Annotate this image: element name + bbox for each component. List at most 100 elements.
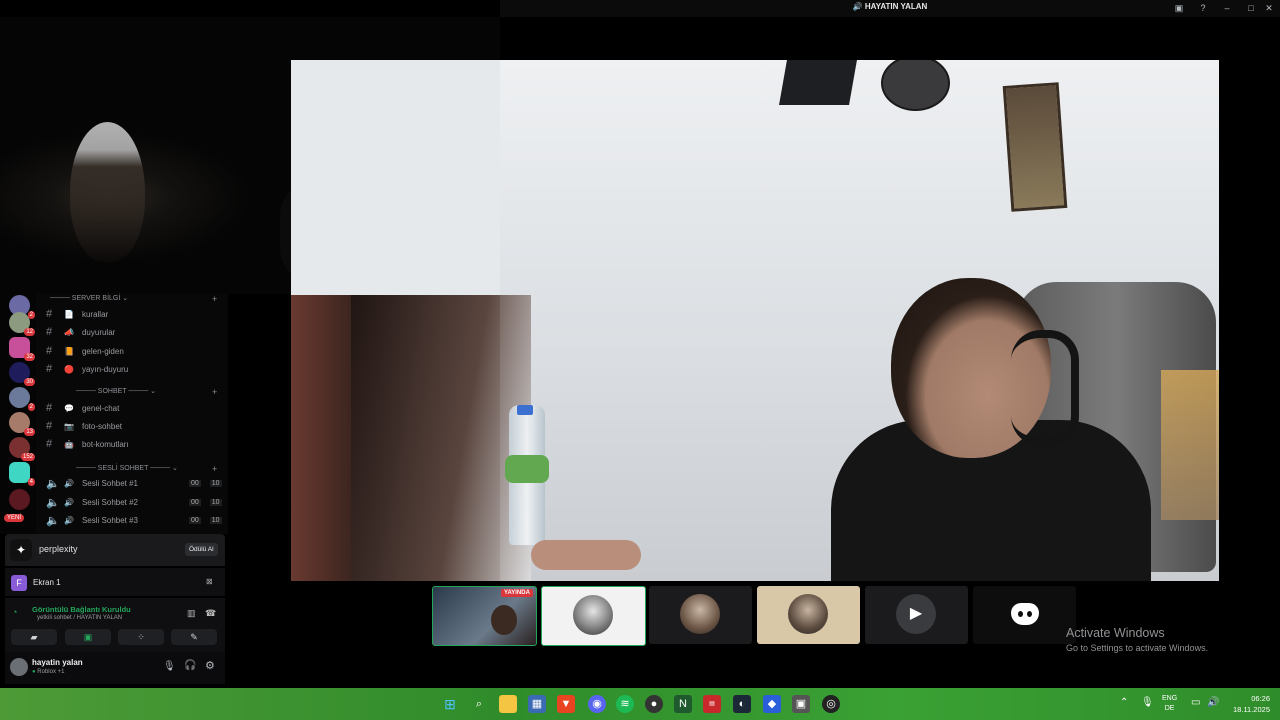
text-channel[interactable]: # 🔴 yayın-duyuru (46, 361, 226, 377)
server-icon[interactable]: 152 (9, 437, 35, 461)
noise-suppression-icon[interactable]: ▥ (187, 608, 196, 619)
server-icon[interactable]: 13 (9, 412, 35, 436)
windows-taskbar (0, 688, 1280, 720)
file-explorer-icon[interactable] (499, 695, 517, 713)
server-icon[interactable]: 2 (9, 387, 35, 411)
settings-gear-icon[interactable]: ⚙ (205, 659, 215, 672)
voice-channel[interactable]: 🔈 🔊 Sesli Sohbet #1 00 10 (46, 475, 226, 491)
streamer-thumbnail (491, 605, 517, 635)
speaker-icon: 🔈 (46, 477, 60, 490)
hash-icon: # (46, 326, 53, 338)
discord-logo-icon (1011, 603, 1039, 625)
language-indicator[interactable]: ENG DE (1162, 694, 1177, 714)
server-icon[interactable]: 32 (9, 337, 35, 361)
user-avatar (788, 594, 828, 634)
app-icon[interactable]: ▣ (792, 695, 810, 713)
participant-tile[interactable] (757, 586, 860, 644)
text-channel[interactable]: # 📄 kurallar (46, 306, 226, 322)
app-icon[interactable]: ▤ (703, 695, 721, 713)
main-video-feed[interactable] (291, 60, 1219, 581)
app-icon[interactable]: ◆ (763, 695, 781, 713)
category-header[interactable]: ──── SESLİ SOHBET ──── ⌄ (76, 464, 178, 472)
poster-decor (779, 60, 857, 105)
server-icon[interactable]: 30 (9, 362, 35, 386)
voice-channel[interactable]: 🔈 🔊 Sesli Sohbet #3 00 10 (46, 512, 226, 528)
headset (1011, 330, 1079, 446)
helmet-avatar (573, 595, 613, 635)
steam-icon[interactable]: ◐ (733, 695, 751, 713)
picture-frame (1002, 82, 1068, 212)
user-status: ● Roblox +1 (32, 669, 65, 675)
new-badge: YENİ (4, 514, 25, 522)
search-icon[interactable]: ⌕ (470, 695, 488, 713)
promo-banner[interactable]: ✦ perplexity Ödülü Al (5, 534, 225, 566)
network-icon[interactable]: ▭ (1191, 697, 1200, 708)
disconnect-icon[interactable]: ☎ (205, 608, 216, 619)
live-badge: YAYINDA (501, 589, 533, 597)
hash-icon: # (46, 363, 53, 375)
help-icon[interactable]: ? (1197, 2, 1209, 14)
store-icon[interactable]: ▦ (528, 695, 546, 713)
clock[interactable]: 06:26 18.11.2025 (1226, 693, 1270, 715)
speaker-icon: 🔈 (46, 514, 60, 527)
server-icon[interactable]: 4 (9, 462, 35, 486)
activate-windows-watermark: Activate Windows Go to Settings to activ… (1066, 626, 1209, 653)
stream-icon: F (11, 575, 27, 591)
brave-browser-icon[interactable]: ▼ (557, 695, 575, 713)
soundboard-button[interactable]: ✎ (171, 629, 217, 645)
activities-button[interactable]: ⁘ (118, 629, 164, 645)
show-hidden-icons-chevron-icon[interactable]: ⌃ (1120, 697, 1128, 708)
category-header[interactable]: ──── SERVER BİLGİ ⌄ (50, 294, 128, 302)
stream-panel[interactable]: F Ekran 1 ⊠ (5, 568, 225, 596)
voice-channel[interactable]: 🔈 🔊 Sesli Sohbet #2 00 10 (46, 494, 226, 510)
stop-stream-icon[interactable]: ⊠ (206, 577, 213, 586)
maximize-icon[interactable]: □ (1245, 2, 1257, 14)
app-icon[interactable]: ◎ (822, 695, 840, 713)
microphone-icon[interactable]: 🎙 (163, 661, 176, 672)
toggle-camera-button[interactable]: ▰ (11, 629, 57, 645)
participant-tile-camera[interactable]: ▶ (865, 586, 968, 644)
signal-icon[interactable]: ◔ (12, 607, 17, 617)
server-list: 2 12 32 30 2 13 152 4 YENİ (0, 294, 36, 534)
voice-icon: 🔊 (852, 2, 863, 11)
claim-reward-button[interactable]: Ödülü Al (185, 543, 218, 556)
volume-icon[interactable]: 🔊 (1207, 697, 1219, 708)
text-channel[interactable]: # 🤖 bot-komutları (46, 436, 226, 452)
add-channel-icon[interactable]: + (212, 294, 217, 304)
discord-icon[interactable]: ◉ (588, 695, 606, 713)
add-channel-icon[interactable]: + (212, 387, 217, 397)
microphone-icon[interactable]: 🎙 (1141, 697, 1154, 708)
text-channel[interactable]: # 📙 gelen-giden (46, 343, 226, 359)
add-channel-icon[interactable]: + (212, 464, 217, 474)
avatar[interactable] (10, 658, 28, 676)
promo-name: perplexity (39, 544, 78, 554)
participant-tile-streamer[interactable]: YAYINDA (432, 586, 537, 646)
hash-icon: # (46, 308, 53, 320)
category-header[interactable]: ──── SOHBET ──── ⌄ (76, 387, 156, 395)
window-title: 🔊 HAYATIN YALAN (852, 2, 928, 11)
notes-icon[interactable]: N (674, 695, 692, 713)
text-channel[interactable]: # 💬 genel-chat (46, 400, 226, 416)
windows-start-icon[interactable]: ⊞ (441, 695, 459, 713)
channel-list: ──── SERVER BİLGİ ⌄ + # 📄 kurallar # 📣 duyur… (36, 294, 228, 534)
obs-icon[interactable]: ● (645, 695, 663, 713)
server-icon[interactable] (9, 489, 30, 510)
participant-tile[interactable] (649, 586, 752, 644)
window-titlebar: 🔊 HAYATIN YALAN ▣ ? – □ ✕ (500, 0, 1280, 17)
minimize-icon[interactable]: – (1221, 2, 1233, 14)
participant-tile[interactable] (541, 586, 646, 646)
connection-status: Görüntülü Bağlantı Kuruldu (32, 605, 131, 614)
text-channel[interactable]: # 📷 foto-sohbet (46, 418, 226, 434)
hash-icon: # (46, 420, 53, 432)
server-icon[interactable]: 12 (9, 312, 35, 336)
participant-tile-discord[interactable] (973, 586, 1076, 644)
close-icon[interactable]: ✕ (1263, 2, 1275, 14)
connection-channel: yetkili sohbet / HAYATIN YALAN (37, 615, 123, 621)
share-screen-button[interactable]: ▣ (65, 629, 111, 645)
perplexity-logo-icon: ✦ (10, 539, 32, 561)
text-channel[interactable]: # 📣 duyurular (46, 324, 226, 340)
spotify-icon[interactable]: ≋ (616, 695, 634, 713)
hash-icon: # (46, 402, 53, 414)
headphones-icon[interactable]: 🎧 (184, 660, 196, 671)
inbox-icon[interactable]: ▣ (1173, 2, 1185, 14)
